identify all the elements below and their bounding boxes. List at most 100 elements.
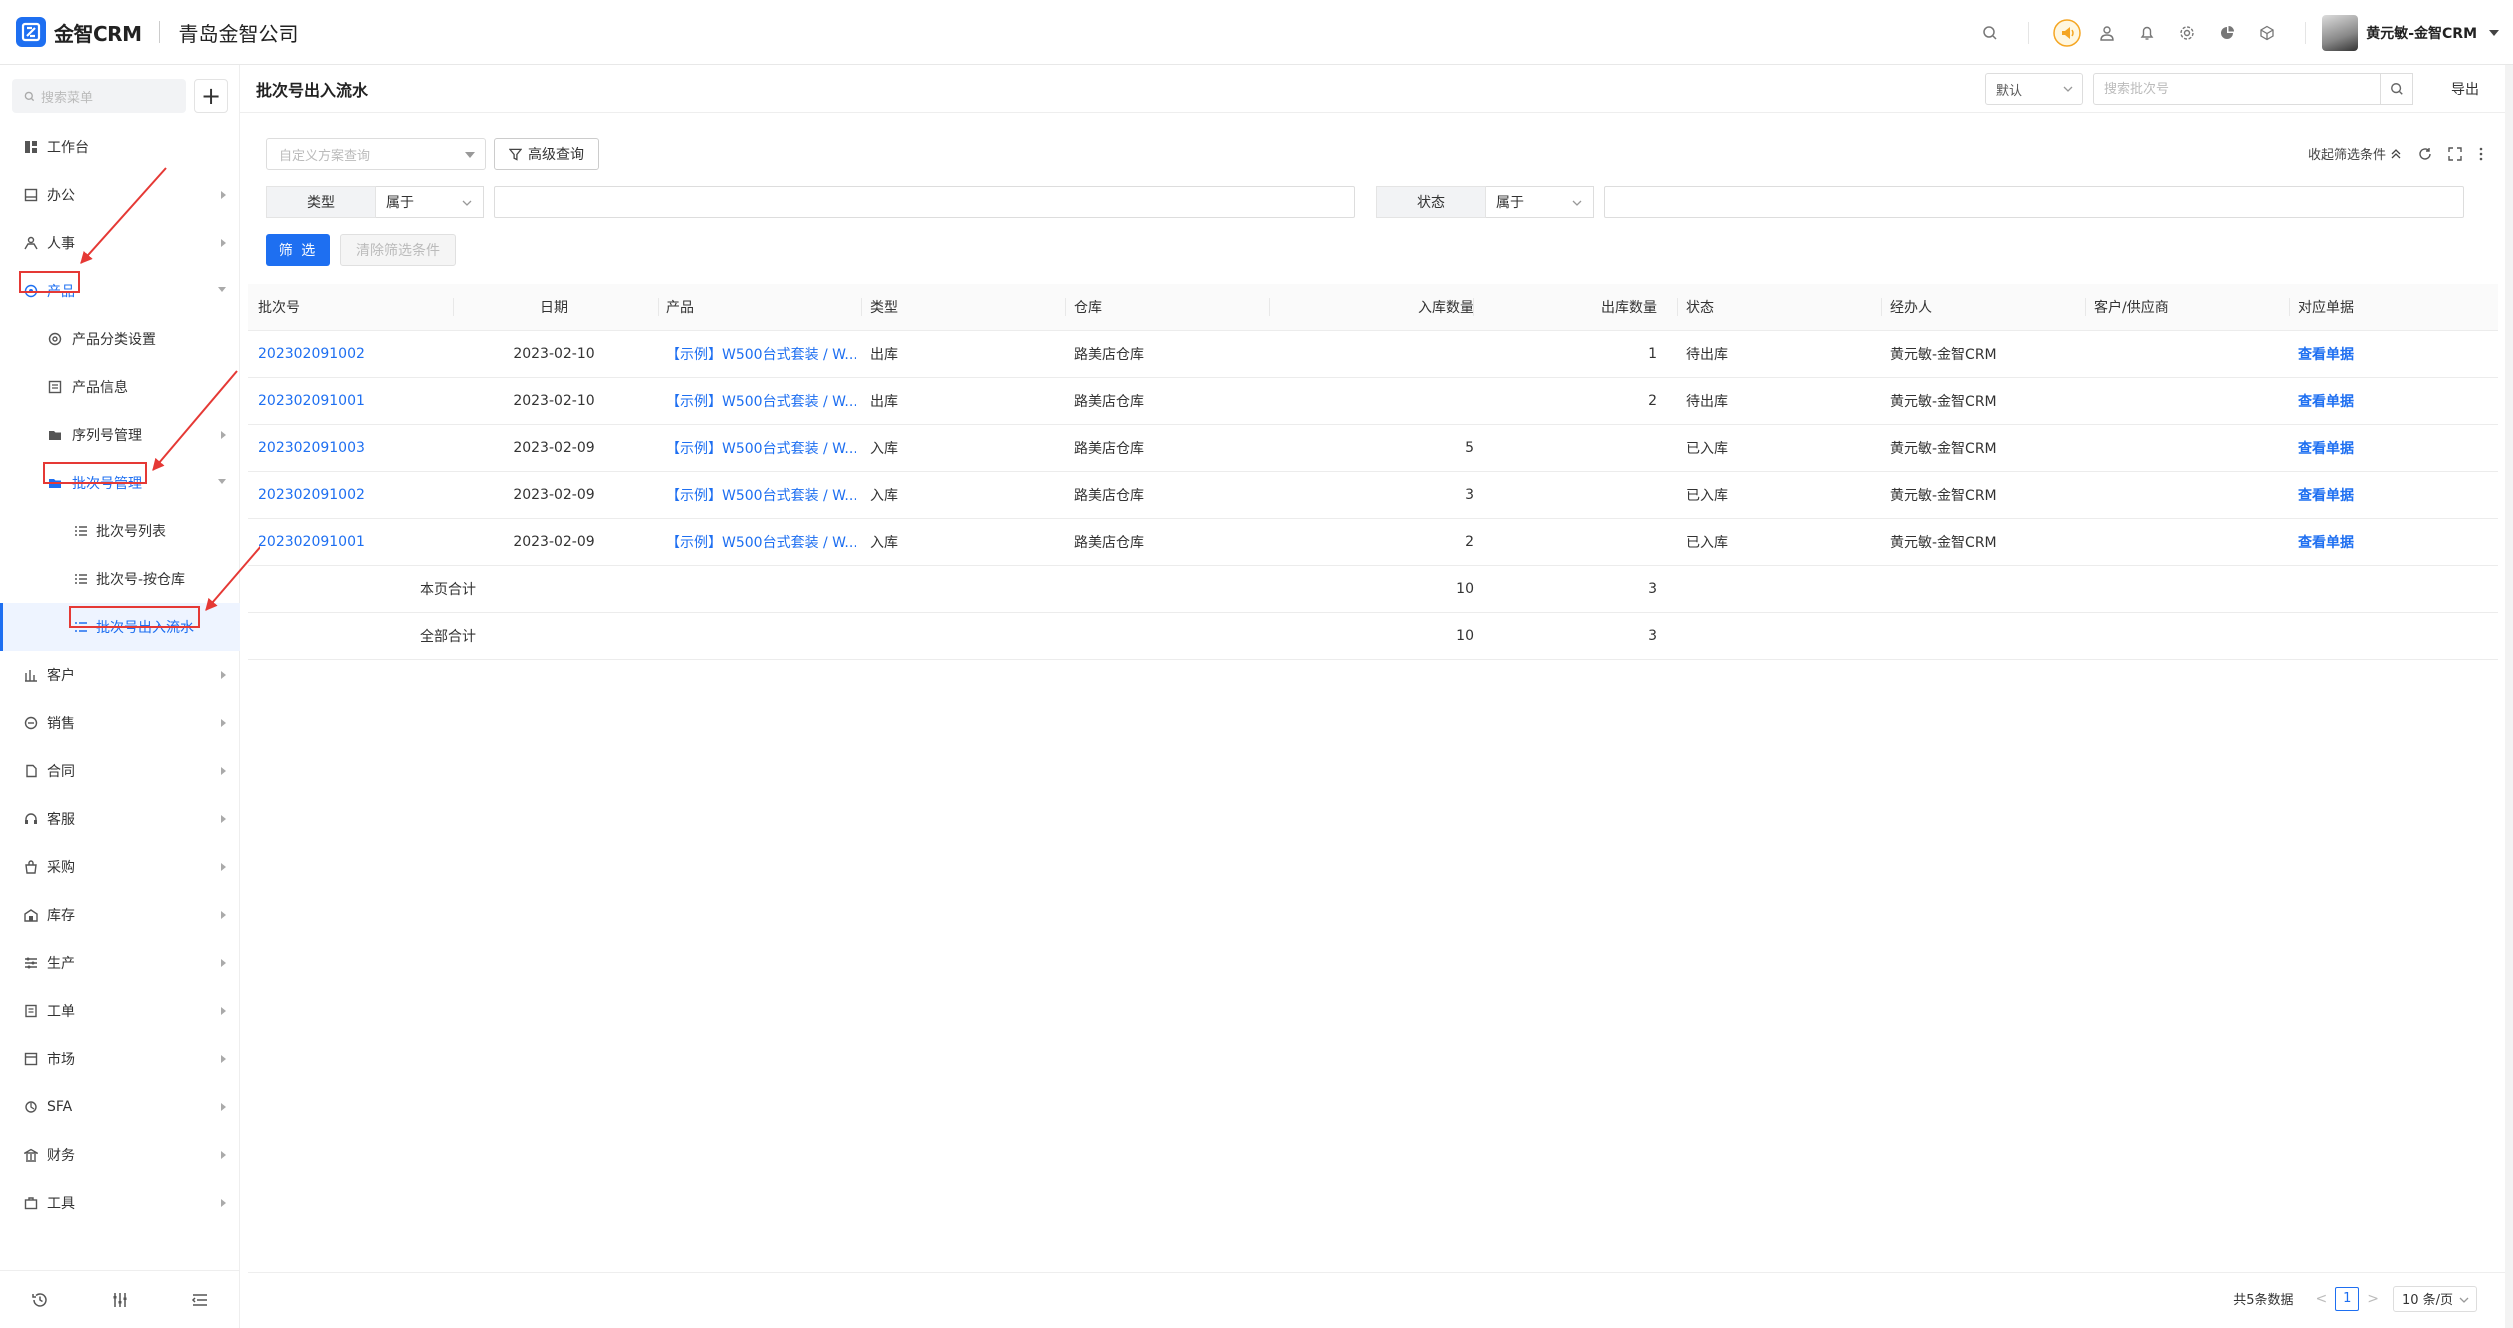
col-header-in-qty[interactable]: 入库数量 <box>1270 284 1474 330</box>
cell-product[interactable]: 【示例】W500台式套装 / W... <box>666 331 856 377</box>
sidebar-item-dashboard[interactable]: 工作台 <box>0 123 240 171</box>
filter-button[interactable]: 筛 选 <box>266 234 330 266</box>
cell-product[interactable]: 【示例】W500台式套装 / W... <box>666 425 856 471</box>
clear-filters-button[interactable]: 清除筛选条件 <box>340 234 456 266</box>
contacts-icon[interactable] <box>2087 13 2127 53</box>
avatar[interactable] <box>2322 14 2359 51</box>
advanced-search-button[interactable]: 高级查询 <box>494 138 599 170</box>
cell-document-text[interactable]: 查看单据 <box>2298 532 2354 552</box>
cell-document[interactable]: 查看单据 <box>2298 425 2488 471</box>
col-header-customer-supplier[interactable]: 客户/供应商 <box>2094 284 2284 330</box>
export-button[interactable]: 导出 <box>2451 79 2479 99</box>
sidebar-item-contract[interactable]: 合同 <box>0 747 240 795</box>
cell-document-text[interactable]: 查看单据 <box>2298 344 2354 364</box>
announcement-icon[interactable] <box>2047 13 2087 53</box>
cell-batch[interactable]: 202302091003 <box>258 425 448 471</box>
sidebar-item-product-info[interactable]: 产品信息 <box>0 363 240 411</box>
col-header-product[interactable]: 产品 <box>666 284 856 330</box>
sidebar-item-market[interactable]: 市场 <box>0 1035 240 1083</box>
condition-type-operator[interactable]: 属于 <box>376 186 484 218</box>
sidebar-item-customer[interactable]: 客户 <box>0 651 240 699</box>
sidebar-item-batch-by-warehouse[interactable]: 批次号-按仓库 <box>0 555 240 603</box>
view-select[interactable]: 默认 <box>1985 73 2083 105</box>
sidebar-item-inventory[interactable]: 库存 <box>0 891 240 939</box>
sidebar-item-production[interactable]: 生产 <box>0 939 240 987</box>
chevron-down-icon[interactable] <box>2489 29 2499 36</box>
search-icon[interactable] <box>1970 13 2010 53</box>
prev-page-button[interactable]: < <box>2316 1291 2328 1307</box>
cell-document-text[interactable]: 查看单据 <box>2298 438 2354 458</box>
company-name[interactable]: 青岛金智公司 <box>178 18 298 47</box>
cell-product[interactable]: 【示例】W500台式套装 / W... <box>666 378 856 424</box>
cell-batch-text[interactable]: 202302091002 <box>258 346 365 362</box>
condition-status-operator[interactable]: 属于 <box>1486 186 1594 218</box>
condition-type-value-input[interactable] <box>494 186 1355 218</box>
collapse-menu-icon[interactable] <box>191 1291 209 1309</box>
cell-document[interactable]: 查看单据 <box>2298 378 2488 424</box>
cell-batch[interactable]: 202302091002 <box>258 472 448 518</box>
scrollbar[interactable] <box>2505 65 2513 1328</box>
fullscreen-icon[interactable] <box>2448 146 2462 161</box>
next-page-button[interactable]: > <box>2367 1291 2379 1307</box>
user-name[interactable]: 黄元敏-金智CRM <box>2366 23 2477 43</box>
cell-batch[interactable]: 202302091002 <box>258 331 448 377</box>
cell-product-text[interactable]: 【示例】W500台式套装 / W... <box>666 485 856 505</box>
sidebar-item-purchase[interactable]: 采购 <box>0 843 240 891</box>
col-header-date[interactable]: 日期 <box>454 284 654 330</box>
cell-batch-text[interactable]: 202302091001 <box>258 534 365 550</box>
cell-batch-text[interactable]: 202302091002 <box>258 487 365 503</box>
sidebar-item-finance[interactable]: 财务 <box>0 1131 240 1179</box>
chevrons-up-icon[interactable] <box>2390 148 2402 160</box>
page-size-select[interactable]: 10 条/页 <box>2393 1285 2477 1312</box>
cell-document[interactable]: 查看单据 <box>2298 331 2488 377</box>
cell-batch-text[interactable]: 202302091003 <box>258 440 365 456</box>
sidebar-item-workorder[interactable]: 工单 <box>0 987 240 1035</box>
sidebar-item-hr[interactable]: 人事 <box>0 219 240 267</box>
cell-product[interactable]: 【示例】W500台式套装 / W... <box>666 519 856 565</box>
col-header-out-qty[interactable]: 出库数量 <box>1474 284 1657 330</box>
cell-batch[interactable]: 202302091001 <box>258 519 448 565</box>
sidebar-item-tools[interactable]: 工具 <box>0 1179 240 1227</box>
col-header-status[interactable]: 状态 <box>1686 284 1876 330</box>
cell-product-text[interactable]: 【示例】W500台式套装 / W... <box>666 391 856 411</box>
page-number-button[interactable]: 1 <box>2335 1286 2360 1311</box>
bell-icon[interactable] <box>2127 13 2167 53</box>
cell-document-text[interactable]: 查看单据 <box>2298 391 2354 411</box>
sidebar-item-sales[interactable]: 销售 <box>0 699 240 747</box>
sidebar-item-serial-mgmt[interactable]: 序列号管理 <box>0 411 240 459</box>
cell-document[interactable]: 查看单据 <box>2298 519 2488 565</box>
cube-icon[interactable] <box>2247 13 2287 53</box>
cell-batch[interactable]: 202302091001 <box>258 378 448 424</box>
cell-document[interactable]: 查看单据 <box>2298 472 2488 518</box>
collapse-filters-button[interactable]: 收起筛选条件 <box>2308 144 2386 163</box>
cell-product-text[interactable]: 【示例】W500台式套装 / W... <box>666 344 856 364</box>
col-header-document[interactable]: 对应单据 <box>2298 284 2488 330</box>
pie-chart-icon[interactable] <box>2207 13 2247 53</box>
menu-search-input[interactable]: 搜索菜单 <box>12 79 186 113</box>
add-menu-button[interactable]: + <box>194 79 228 113</box>
brand-logo[interactable]: 金智CRM <box>16 17 142 47</box>
history-icon[interactable] <box>31 1291 49 1309</box>
condition-status-value-input[interactable] <box>1604 186 2464 218</box>
sidebar-item-batch-list[interactable]: 批次号列表 <box>0 507 240 555</box>
cell-document-text[interactable]: 查看单据 <box>2298 485 2354 505</box>
cell-product-text[interactable]: 【示例】W500台式套装 / W... <box>666 438 856 458</box>
gear-icon[interactable] <box>2167 13 2207 53</box>
col-header-handler[interactable]: 经办人 <box>1890 284 2080 330</box>
col-header-warehouse[interactable]: 仓库 <box>1074 284 1264 330</box>
batch-search-button[interactable] <box>2381 73 2413 105</box>
sliders-icon[interactable] <box>111 1291 129 1309</box>
col-header-batch[interactable]: 批次号 <box>258 284 448 330</box>
sidebar-item-service[interactable]: 客服 <box>0 795 240 843</box>
cell-product[interactable]: 【示例】W500台式套装 / W... <box>666 472 856 518</box>
more-vertical-icon[interactable] <box>2478 147 2484 161</box>
cell-product-text[interactable]: 【示例】W500台式套装 / W... <box>666 532 856 552</box>
sidebar-item-sfa[interactable]: SFA <box>0 1083 240 1131</box>
cell-batch-text[interactable]: 202302091001 <box>258 393 365 409</box>
col-header-type[interactable]: 类型 <box>870 284 1060 330</box>
refresh-icon[interactable] <box>2418 147 2432 161</box>
scheme-select[interactable]: 自定义方案查询 <box>266 138 486 170</box>
sidebar-item-office[interactable]: 办公 <box>0 171 240 219</box>
sidebar-item-product-category[interactable]: 产品分类设置 <box>0 315 240 363</box>
batch-search-input[interactable] <box>2093 73 2381 105</box>
